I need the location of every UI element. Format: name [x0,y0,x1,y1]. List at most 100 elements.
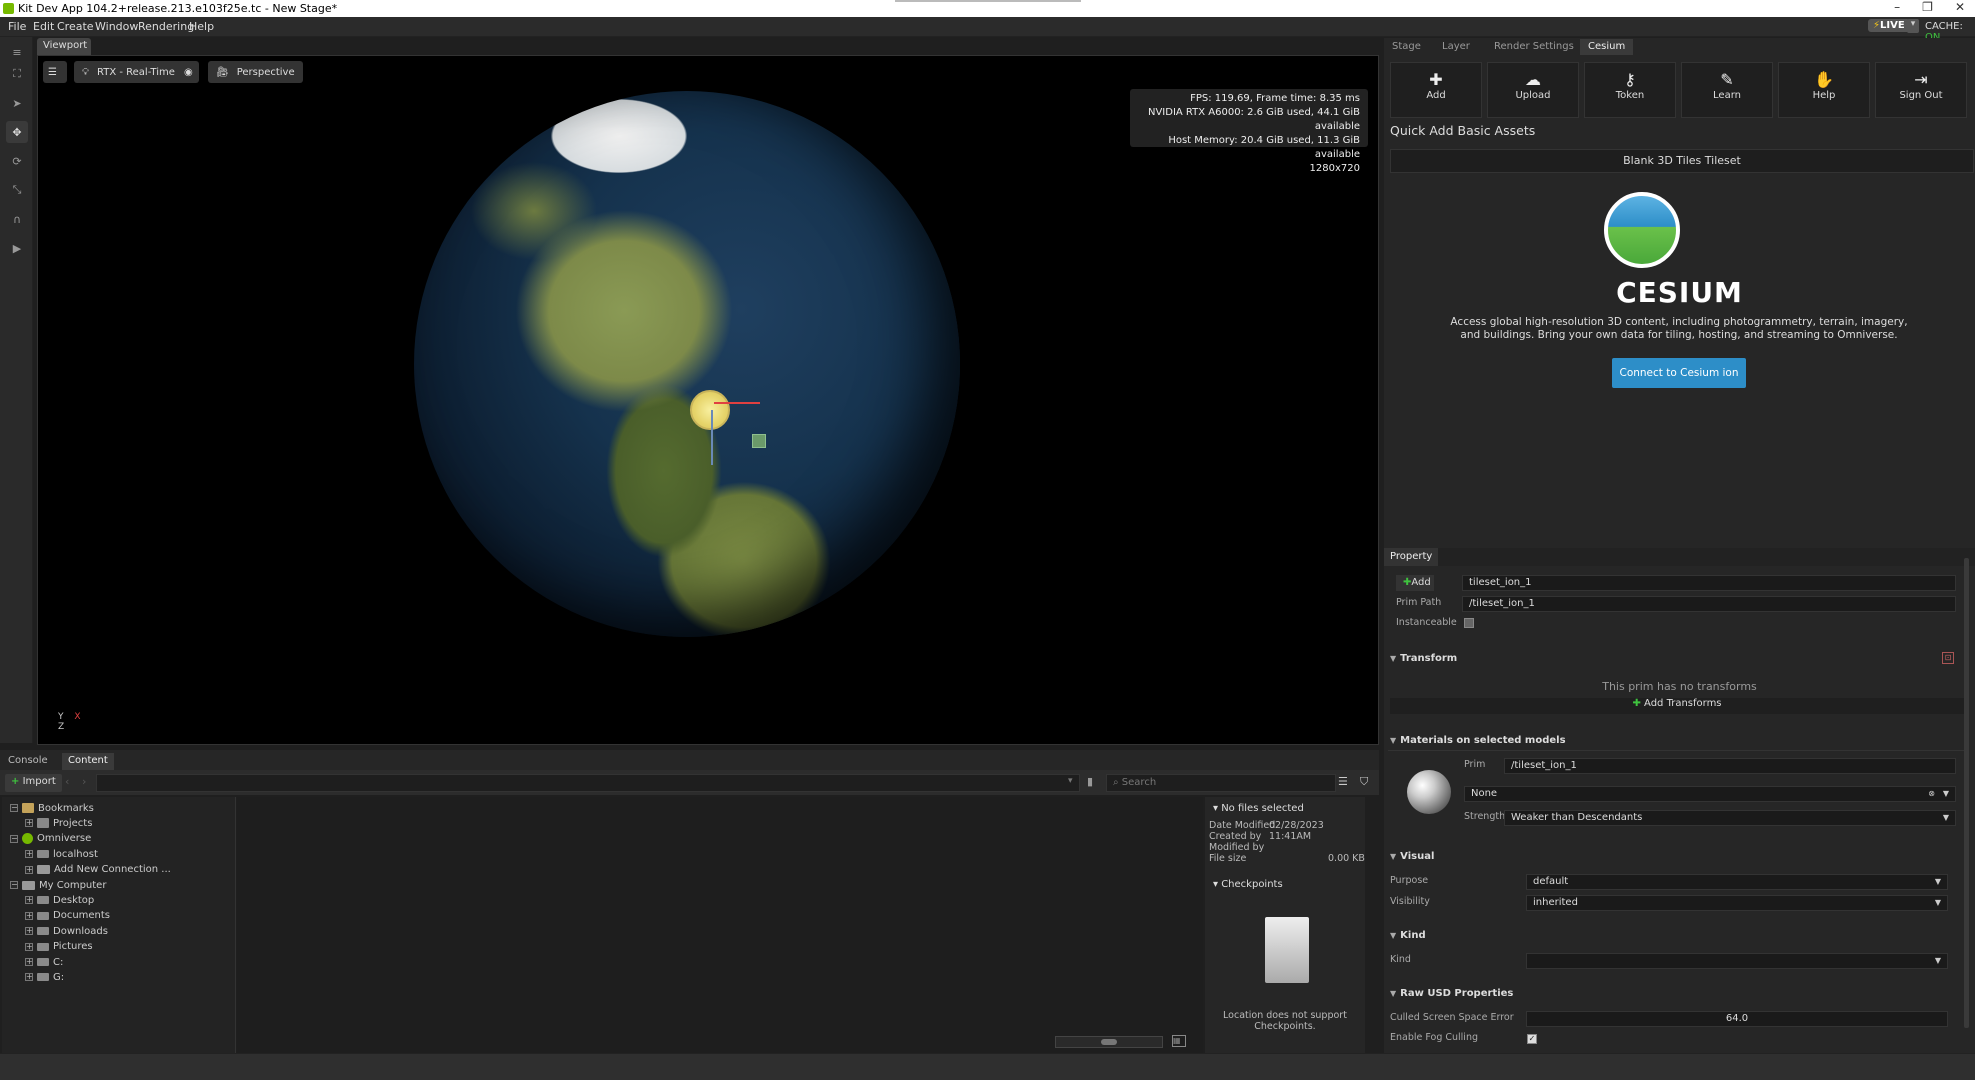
filter-icon[interactable]: ⛉ [1360,775,1368,789]
transform-header[interactable]: ▼ Transform [1390,653,1457,664]
scroll-thumb[interactable] [1101,1039,1117,1045]
prim-path-field[interactable]: /tileset_ion_1 [1462,596,1956,612]
frame-selection-icon[interactable]: ⛶ [6,63,28,85]
render-mode-button[interactable]: 💡︎ RTX - Real-Time [74,61,183,83]
bookmark-add-icon[interactable]: ▮ [1087,775,1093,788]
forward-icon[interactable]: › [82,775,86,788]
tree-item[interactable]: + Downloads [25,924,108,938]
blank-tileset-button[interactable]: Blank 3D Tiles Tileset [1390,149,1974,173]
kind-header[interactable]: ▼ Kind [1390,930,1426,941]
tree-item[interactable]: − Omniverse [10,832,91,846]
snap-tool-icon[interactable]: ∩ [6,208,28,230]
back-icon[interactable]: ‹ [65,775,69,788]
expand-icon[interactable]: + [25,911,33,920]
instanceable-checkbox[interactable] [1464,618,1474,628]
culled-sse-field[interactable]: 64.0 [1526,1011,1948,1027]
visibility-eye-icon[interactable]: ◉ [178,61,199,83]
prim-name-field[interactable]: tileset_ion_1 [1462,575,1956,591]
scale-tool-icon[interactable]: ⤡ [6,179,28,201]
gizmo-x-axis[interactable] [714,402,760,404]
fog-culling-checkbox[interactable]: ✓ [1527,1034,1537,1044]
path-dropdown-icon[interactable]: ▾ [1068,776,1073,786]
tree-item[interactable]: + Desktop [25,893,94,907]
viewport-settings-icon[interactable]: ☰ [43,61,67,83]
strength-select[interactable]: Weaker than Descendants ▼ [1504,810,1956,826]
tree-item[interactable]: + Add New Connection ... [25,863,171,877]
tree-item[interactable]: + Projects [25,816,92,830]
materials-header[interactable]: ▼ Materials on selected models [1390,735,1566,746]
clear-icon[interactable]: ⊗ [1928,789,1935,798]
cesium-upload-button[interactable]: ☁ Upload [1487,62,1579,118]
tree-item[interactable]: + C: [25,955,63,969]
move-tool-icon[interactable]: ✥ [6,121,28,143]
cesium-learn-button[interactable]: ✎ Learn [1681,62,1773,118]
green-cube-prim[interactable] [752,434,766,448]
tab-console[interactable]: Console [2,753,54,770]
no-files-header[interactable]: ▾ No files selected [1213,803,1304,814]
visual-header[interactable]: ▼ Visual [1390,851,1434,862]
expand-icon[interactable]: + [25,896,33,905]
import-button[interactable]: + Import [5,774,62,792]
sun-light-gizmo[interactable] [690,390,730,430]
tab-viewport[interactable]: Viewport [37,38,91,55]
property-scrollbar[interactable] [1964,558,1969,1028]
file-browser[interactable] [237,797,1203,1053]
rotate-tool-icon[interactable]: ⟳ [6,150,28,172]
gizmo-y-axis[interactable] [711,410,713,465]
transform-options-icon[interactable]: ⊡ [1942,652,1954,664]
visibility-select[interactable]: inherited ▼ [1526,895,1948,911]
list-view-icon[interactable]: ☰ [1338,775,1348,788]
menu-rendering[interactable]: Rendering [138,20,194,33]
material-select[interactable]: None ⊗ ▼ [1464,786,1956,802]
property-add-button[interactable]: ✚Add [1396,575,1434,591]
tree-item[interactable]: + G: [25,970,64,984]
close-button[interactable]: ✕ [1955,0,1965,14]
tab-render-settings[interactable]: Render Settings [1486,39,1582,55]
expand-icon[interactable]: + [25,819,33,828]
camera-button[interactable]: 🎥︎ Perspective [208,61,303,83]
collapse-icon[interactable]: − [10,881,18,889]
menu-file[interactable]: File [8,20,26,33]
cesium-sign-out-button[interactable]: ⇥ Sign Out [1875,62,1967,118]
minimize-button[interactable]: – [1894,0,1900,14]
add-transforms-button[interactable]: ✚ Add Transforms [1390,698,1964,714]
kind-select[interactable]: ▼ [1526,953,1948,969]
raw-usd-header[interactable]: ▼ Raw USD Properties [1390,988,1513,999]
tab-property[interactable]: Property [1384,548,1439,566]
checkpoints-header[interactable]: ▾ Checkpoints [1213,879,1283,890]
earth-globe[interactable] [414,91,960,637]
live-toggle[interactable]: ⚡LIVE [1868,19,1910,32]
cesium-add-button[interactable]: ✚ Add [1390,62,1482,118]
menu-window[interactable]: Window [95,20,138,33]
connect-cesium-ion-button[interactable]: Connect to Cesium ion [1612,358,1746,388]
tree-item[interactable]: + Documents [25,909,110,923]
search-input[interactable]: ⌕ Search [1106,774,1336,792]
tree-item[interactable]: − Bookmarks [10,801,94,815]
tab-content[interactable]: Content [62,753,114,770]
expand-icon[interactable]: + [25,942,33,951]
cesium-token-button[interactable]: ⚷ Token [1584,62,1676,118]
material-prim-field[interactable]: /tileset_ion_1 [1504,758,1956,774]
expand-icon[interactable]: + [25,958,33,966]
menu-grip-icon[interactable]: ≡ [6,41,28,63]
tree-item[interactable]: + Pictures [25,940,93,954]
menu-create[interactable]: Create [57,20,94,33]
expand-icon[interactable]: + [25,927,33,936]
menu-help[interactable]: Help [189,20,214,33]
menu-edit[interactable]: Edit [33,20,54,33]
horizontal-scrollbar[interactable] [1055,1036,1163,1048]
tab-cesium[interactable]: Cesium [1580,39,1634,55]
maximize-button[interactable]: ❐ [1922,0,1933,14]
select-tool-icon[interactable]: ➤ [6,92,28,114]
tab-stage[interactable]: Stage [1384,39,1429,55]
live-dropdown-icon[interactable]: ▾ [1907,19,1919,33]
expand-icon[interactable]: + [25,850,33,859]
tab-layer[interactable]: Layer [1434,39,1478,55]
tree-item[interactable]: + localhost [25,847,98,861]
tree-item[interactable]: − My Computer [10,878,106,892]
cesium-help-button[interactable]: ✋ Help [1778,62,1870,118]
play-icon[interactable]: ▶ [6,237,28,259]
collapse-icon[interactable]: − [10,834,18,843]
purpose-select[interactable]: default ▼ [1526,874,1948,890]
collapse-icon[interactable]: − [10,804,18,812]
